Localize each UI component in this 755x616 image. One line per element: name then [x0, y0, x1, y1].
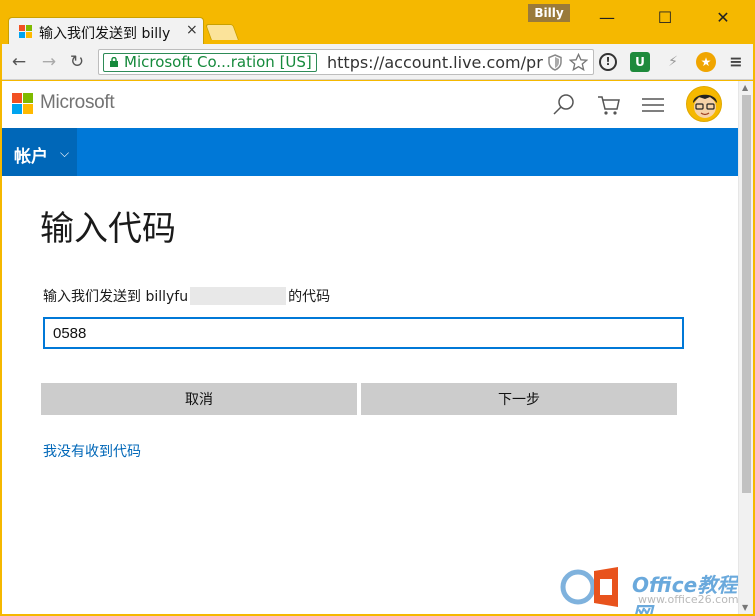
flash-icon[interactable]: ⚡ — [663, 52, 683, 72]
page-title: 输入代码 — [40, 209, 176, 249]
profile-badge[interactable]: Billy — [528, 4, 570, 22]
forward-button[interactable]: → — [38, 51, 60, 73]
code-label-prefix: 输入我们发送到 billyfu — [43, 289, 189, 305]
star-icon[interactable] — [569, 53, 588, 72]
scroll-up-icon[interactable]: ▲ — [742, 83, 748, 92]
account-nav-bar: 帐户 ⌵ — [2, 128, 738, 176]
site-watermark: Office教程网 www.office26.com — [558, 561, 748, 614]
office-logo-icon — [560, 567, 618, 607]
scroll-down-icon[interactable]: ▼ — [742, 603, 748, 612]
browser-toolbar: ← → ↻ Microsoft Co...ration [US] https:/… — [2, 44, 753, 80]
address-bar[interactable]: Microsoft Co...ration [US] https://accou… — [98, 49, 594, 75]
ublock-icon[interactable]: U — [630, 52, 650, 72]
tab-close-icon[interactable]: × — [186, 22, 198, 38]
next-button[interactable]: 下一步 — [361, 383, 677, 415]
menu-icon[interactable]: ≡ — [726, 52, 746, 72]
new-tab-button[interactable] — [205, 24, 239, 40]
page-viewport: Microsoft 帐户 ⌵ 输入代码 输入我们发送到 billyfu 的代码 … — [2, 81, 753, 614]
site-header: Microsoft — [2, 81, 738, 127]
minimize-button[interactable]: — — [592, 6, 622, 30]
security-code-input[interactable] — [43, 317, 684, 349]
scrollbar-thumb[interactable] — [742, 95, 751, 493]
hamburger-menu-icon[interactable] — [640, 93, 666, 117]
brand-name[interactable]: Microsoft — [40, 92, 115, 114]
avatar[interactable] — [686, 86, 722, 122]
watermark-title: Office教程网 — [632, 573, 738, 614]
code-instruction-label: 输入我们发送到 billyfu 的代码 — [43, 286, 330, 306]
search-icon[interactable] — [551, 93, 577, 117]
chevron-down-icon: ⌵ — [60, 146, 70, 160]
microsoft-favicon-icon — [19, 25, 33, 39]
vertical-scrollbar[interactable]: ▲ ▼ — [738, 81, 753, 614]
cancel-button[interactable]: 取消 — [41, 383, 357, 415]
redacted-email-block — [190, 287, 287, 305]
1password-icon[interactable]: ! — [599, 53, 617, 71]
url-text[interactable]: https://account.live.com/pro — [327, 53, 543, 72]
avatar-face-icon — [693, 94, 717, 118]
microsoft-logo-icon[interactable] — [12, 93, 34, 115]
reload-button[interactable]: ↻ — [66, 51, 88, 73]
no-code-received-link[interactable]: 我没有收到代码 — [43, 441, 141, 461]
account-menu-label: 帐户 — [14, 147, 48, 167]
watermark-url: www.office26.com — [638, 593, 739, 606]
maximize-button[interactable]: ☐ — [650, 6, 680, 30]
back-button[interactable]: ← — [8, 51, 30, 73]
star-extension-icon[interactable]: ★ — [696, 52, 716, 72]
tab-title: 输入我们发送到 billy — [39, 26, 171, 42]
browser-tab[interactable]: 输入我们发送到 billy × — [8, 17, 204, 45]
ev-certificate-badge[interactable]: Microsoft Co...ration [US] — [103, 53, 317, 72]
close-window-button[interactable]: ✕ — [708, 6, 738, 30]
window-titlebar: 输入我们发送到 billy × Billy — ☐ ✕ — [0, 0, 755, 45]
ev-certificate-text: Microsoft Co...ration [US] — [124, 53, 312, 71]
shield-icon[interactable] — [547, 54, 563, 71]
code-label-suffix: 的代码 — [288, 289, 331, 305]
account-menu-button[interactable]: 帐户 ⌵ — [2, 128, 77, 176]
lock-icon — [110, 57, 118, 67]
cart-icon[interactable] — [596, 93, 622, 117]
